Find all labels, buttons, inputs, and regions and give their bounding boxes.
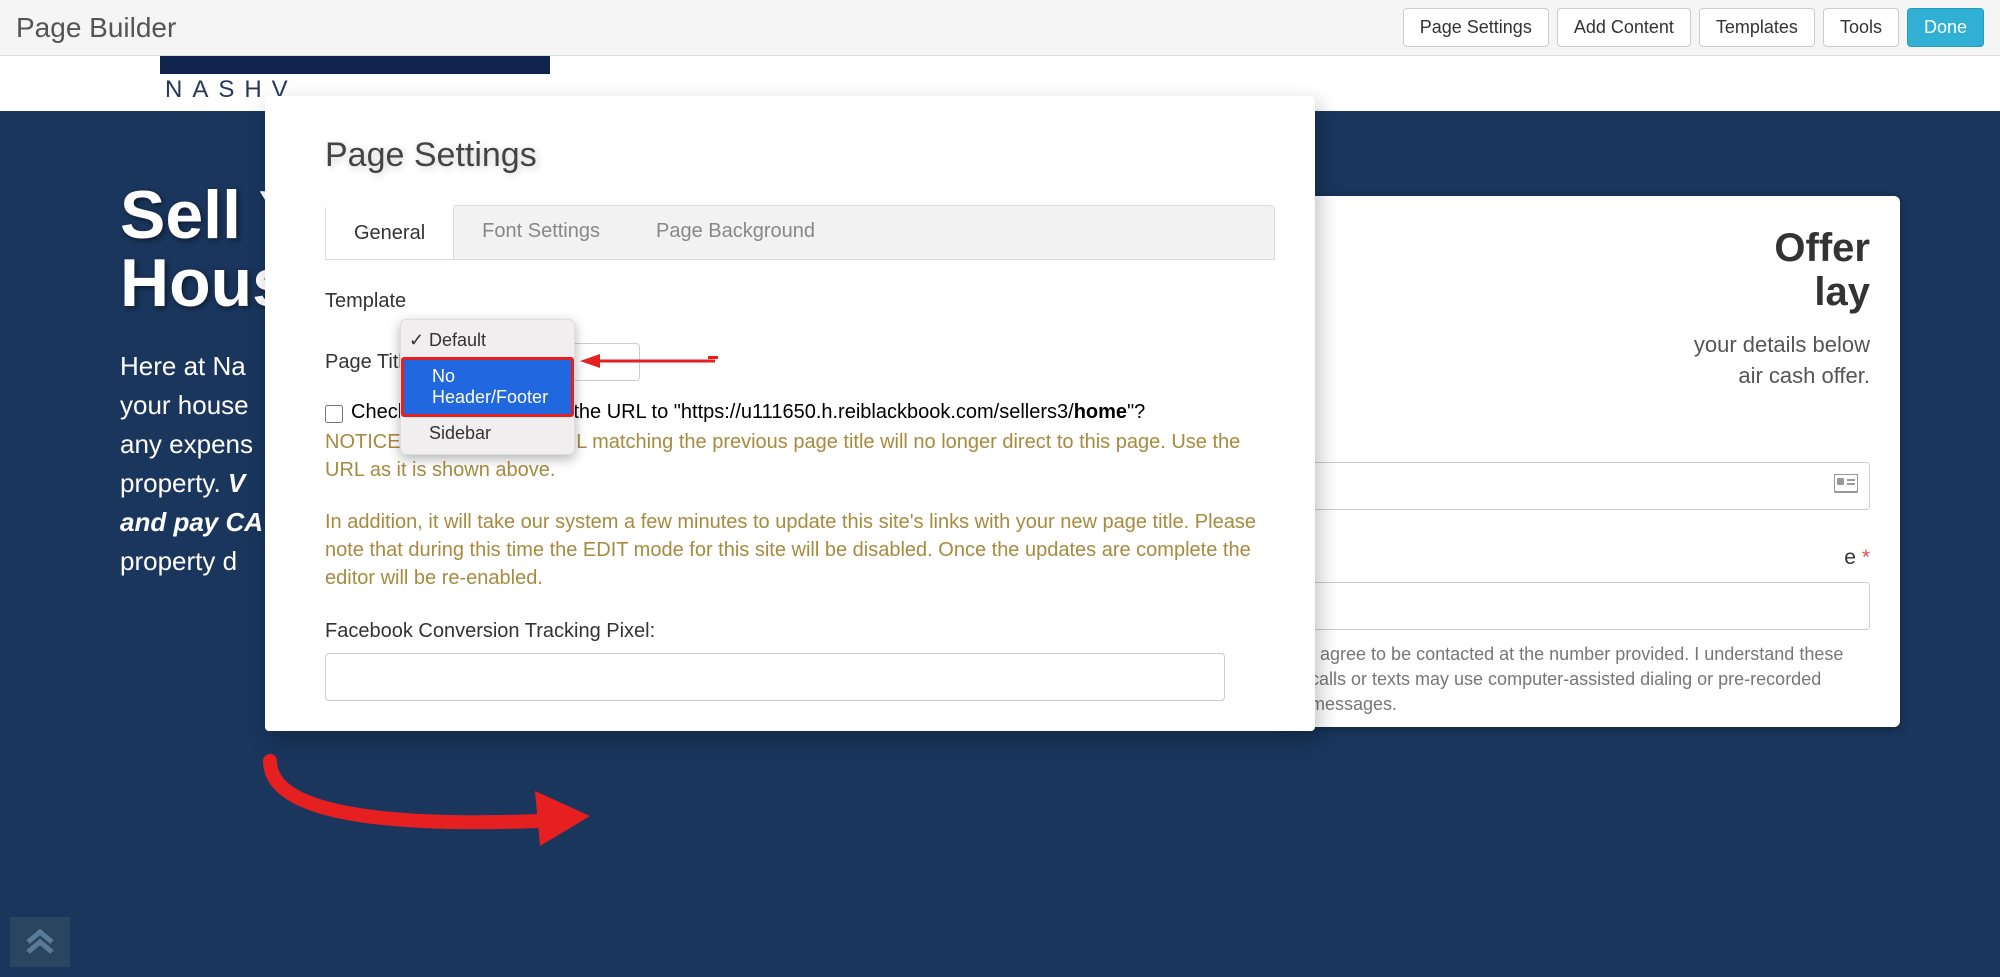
annotation-curved-arrow-icon: [260, 751, 610, 876]
toolbar-title: Page Builder: [16, 12, 176, 44]
offer-sub: your details below air cash offer.: [1310, 330, 1870, 392]
top-toolbar: Page Builder Page Settings Add Content T…: [0, 0, 2000, 56]
offer-card: Offer lay your details below air cash of…: [1280, 196, 1900, 727]
logo-block: [160, 56, 550, 74]
address-input[interactable]: [1310, 462, 1870, 510]
template-dropdown: Default No Header/Footer Sidebar: [400, 319, 575, 455]
modal-title: Page Settings: [325, 136, 1275, 175]
content-area: NASHV Sell Y Hous Here at Na your house …: [0, 56, 2000, 977]
page-settings-button[interactable]: Page Settings: [1403, 8, 1549, 47]
field-row: [1310, 462, 1870, 510]
tools-button[interactable]: Tools: [1823, 8, 1899, 47]
scroll-to-top-button[interactable]: [10, 917, 70, 967]
add-content-button[interactable]: Add Content: [1557, 8, 1691, 47]
offer-title: Offer lay: [1310, 226, 1870, 314]
required-label: e *: [1310, 546, 1870, 570]
template-label: Template: [325, 290, 420, 313]
phone-input[interactable]: [1310, 582, 1870, 630]
annotation-dash-icon: [708, 356, 718, 359]
annotation-arrow-icon: [580, 351, 720, 376]
notice-2: In addition, it will take our system a f…: [325, 508, 1275, 592]
tab-general[interactable]: General: [326, 205, 454, 259]
dropdown-item-no-header-footer[interactable]: No Header/Footer: [404, 360, 571, 414]
update-url-checkbox[interactable]: [325, 405, 343, 423]
fb-pixel-label: Facebook Conversion Tracking Pixel:: [325, 620, 1275, 643]
tabs: General Font Settings Page Background: [325, 205, 1275, 260]
toolbar-actions: Page Settings Add Content Templates Tool…: [1403, 8, 1984, 47]
dropdown-item-sidebar[interactable]: Sidebar: [401, 417, 574, 450]
done-button[interactable]: Done: [1907, 8, 1984, 47]
tab-page-background[interactable]: Page Background: [628, 206, 843, 259]
consent-text: I agree to be contacted at the number pr…: [1310, 642, 1870, 718]
fb-pixel-input[interactable]: [325, 653, 1225, 701]
dropdown-item-default[interactable]: Default: [401, 324, 574, 357]
address-card-icon: [1834, 474, 1858, 499]
template-row: Template: [325, 290, 1275, 313]
chevron-up-icon: [24, 928, 56, 956]
tab-font-settings[interactable]: Font Settings: [454, 206, 628, 259]
templates-button[interactable]: Templates: [1699, 8, 1815, 47]
